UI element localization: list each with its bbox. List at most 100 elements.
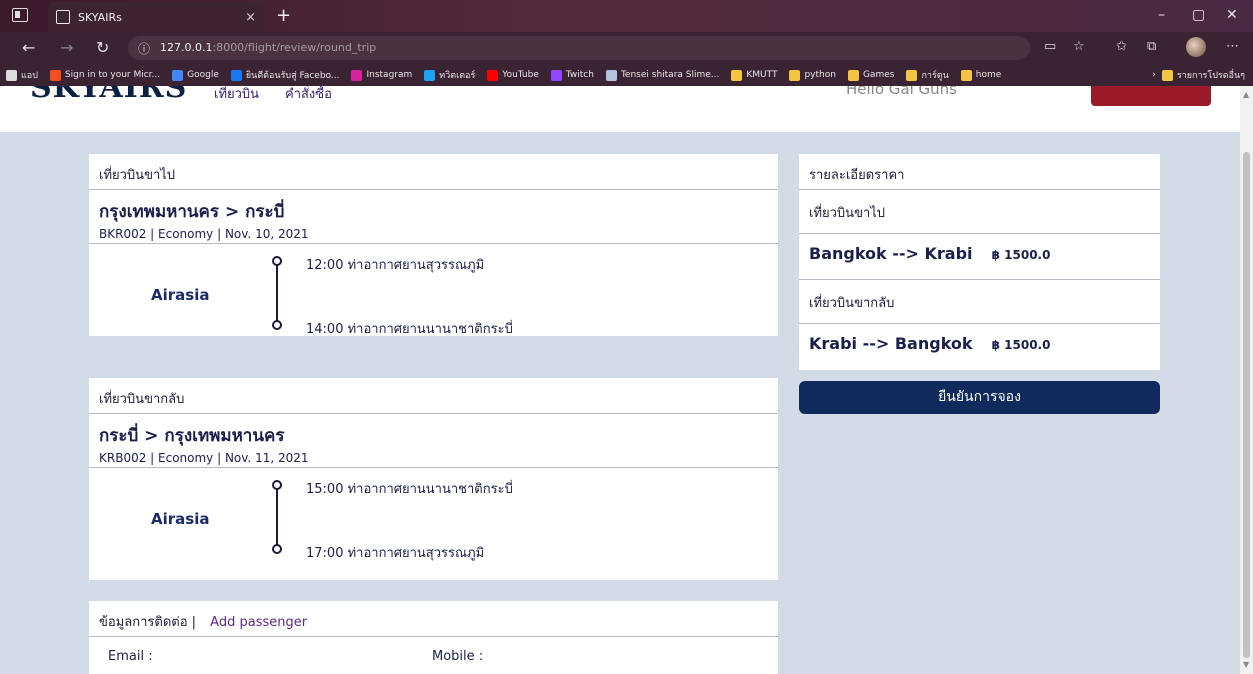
bookmark-label: ทวิตเตอร์ bbox=[439, 71, 476, 81]
bookmark-item[interactable]: YouTube bbox=[487, 69, 539, 81]
bookmark-item[interactable]: การ์ตูน bbox=[906, 68, 949, 82]
bookmark-item[interactable]: KMUTT bbox=[731, 69, 778, 81]
mobile-label: Mobile : bbox=[432, 649, 484, 664]
tab-actions-icon[interactable] bbox=[12, 8, 28, 22]
price-outbound-row: Bangkok --> Krabi ฿ 1500.0 bbox=[799, 234, 1160, 280]
back-arrow-icon[interactable]: ← bbox=[22, 38, 35, 57]
bookmark-label: Games bbox=[862, 70, 895, 80]
bookmark-icon bbox=[6, 69, 17, 81]
bookmark-label: การ์ตูน bbox=[921, 71, 949, 81]
scroll-thumb[interactable] bbox=[1243, 152, 1250, 658]
new-tab-button[interactable]: + bbox=[276, 5, 291, 26]
bookmark-item[interactable]: home bbox=[960, 69, 1001, 81]
outbound-route-block: กรุงเทพมหานคร > กระบี่ BKR002 | Economy … bbox=[89, 190, 778, 244]
scroll-down-icon[interactable]: ▼ bbox=[1243, 660, 1249, 669]
bookmark-icon bbox=[172, 69, 184, 81]
timeline-end-dot bbox=[272, 320, 282, 330]
nav-orders-link[interactable]: คำสั่งซื้อ bbox=[285, 86, 332, 104]
tab-title: SKYAIRs bbox=[78, 10, 122, 24]
price-outbound-route: Bangkok --> Krabi bbox=[809, 244, 973, 263]
user-greeting: Hello Gai Guns bbox=[846, 86, 957, 98]
bookmark-item[interactable]: Google bbox=[172, 69, 219, 81]
bookmark-icon bbox=[351, 69, 363, 81]
url-host: 127.0.0.1 bbox=[160, 41, 213, 54]
reader-view-icon[interactable]: ▭ bbox=[1044, 39, 1056, 54]
contact-header: ข้อมูลการติดต่อ | Add passenger bbox=[89, 601, 778, 637]
outbound-flight-card: เที่ยวบินขาไป กรุงเทพมหานคร > กระบี่ BKR… bbox=[89, 154, 778, 337]
outbound-header: เที่ยวบินขาไป bbox=[89, 154, 778, 190]
inbound-route: กระบี่ > กรุงเทพมหานคร bbox=[99, 426, 285, 446]
bookmark-icon bbox=[605, 69, 617, 81]
bookmark-item[interactable]: Twitch bbox=[550, 69, 594, 81]
bookmark-item[interactable]: python bbox=[789, 69, 836, 81]
add-passenger-link[interactable]: Add passenger bbox=[210, 615, 307, 630]
close-window-button[interactable]: ✕ bbox=[1226, 7, 1238, 23]
favorites-icon[interactable]: ✩ bbox=[1116, 39, 1127, 54]
page-icon bbox=[56, 10, 70, 24]
bookmark-icon bbox=[731, 69, 743, 81]
site-logo[interactable]: SKYAIRS bbox=[30, 86, 187, 105]
inbound-arrival: 17:00 ท่าอากาศยานสุวรรณภูมิ bbox=[306, 546, 485, 561]
price-inbound-route: Krabi --> Bangkok bbox=[809, 334, 973, 353]
email-label: Email : bbox=[108, 649, 153, 664]
tab-close-icon[interactable]: × bbox=[245, 10, 256, 25]
add-favorite-icon[interactable]: ☆ bbox=[1073, 39, 1085, 54]
bookmark-label: ยินดีต้อนรับสู่ Facebo... bbox=[245, 71, 340, 81]
price-summary-card: รายละเอียดราคา เที่ยวบินขาไป Bangkok -->… bbox=[799, 154, 1160, 370]
price-outbound-label: เที่ยวบินขาไป bbox=[799, 190, 1160, 234]
collections-icon[interactable]: ⧉ bbox=[1147, 39, 1156, 54]
inbound-details: KRB002 | Economy | Nov. 11, 2021 bbox=[99, 451, 309, 465]
timeline-line bbox=[276, 260, 278, 324]
price-inbound-row: Krabi --> Bangkok ฿ 1500.0 bbox=[799, 324, 1160, 370]
inbound-timeline: Airasia 15:00 ท่าอากาศยานนานาชาติกระบี่ … bbox=[89, 468, 778, 561]
bookmark-icon bbox=[49, 69, 61, 81]
outbound-details: BKR002 | Economy | Nov. 10, 2021 bbox=[99, 227, 309, 241]
timeline-line bbox=[276, 484, 278, 548]
bookmark-item[interactable]: ยินดีต้อนรับสู่ Facebo... bbox=[230, 68, 340, 82]
outbound-route: กรุงเทพมหานคร > กระบี่ bbox=[99, 202, 285, 222]
refresh-icon[interactable]: ↻ bbox=[96, 38, 109, 57]
folder-icon bbox=[1161, 69, 1173, 81]
price-outbound-amount: ฿ 1500.0 bbox=[991, 248, 1051, 262]
info-icon[interactable]: ⓘ bbox=[138, 40, 150, 57]
bookmark-item[interactable]: Tensei shitara Slime... bbox=[605, 69, 720, 81]
outbound-timeline: Airasia 12:00 ท่าอากาศยานสุวรรณภูมิ 14:0… bbox=[89, 244, 778, 337]
bookmark-icon bbox=[906, 69, 918, 81]
forward-arrow-icon[interactable]: → bbox=[60, 38, 73, 57]
page-content: SKYAIRS เที่ยวบิน คำสั่งซื้อ Hello Gai G… bbox=[0, 86, 1240, 674]
bookmark-label: Tensei shitara Slime... bbox=[620, 70, 720, 80]
title-bar: SKYAIRs × + – ▢ ✕ bbox=[0, 0, 1253, 32]
other-favorites-label: รายการโปรดอื่นๆ bbox=[1176, 71, 1245, 81]
inbound-route-block: กระบี่ > กรุงเทพมหานคร KRB002 | Economy … bbox=[89, 414, 778, 468]
browser-tab[interactable]: SKYAIRs × bbox=[48, 2, 264, 32]
bookmark-label: Instagram bbox=[366, 70, 413, 80]
bookmark-label: YouTube bbox=[502, 70, 539, 80]
other-favorites-folder[interactable]: › รายการโปรดอื่นๆ bbox=[1152, 68, 1245, 82]
nav-flights-link[interactable]: เที่ยวบิน bbox=[214, 86, 259, 104]
bookmark-item[interactable]: ทวิตเตอร์ bbox=[424, 68, 475, 82]
scroll-up-icon[interactable]: ▲ bbox=[1243, 90, 1249, 99]
bookmark-label: Google bbox=[187, 70, 219, 80]
bookmark-item[interactable]: Games bbox=[847, 69, 895, 81]
address-bar-row: ← → ↻ ⓘ 127.0.0.1:8000/flight/review/rou… bbox=[0, 32, 1253, 64]
bookmark-item[interactable]: Instagram bbox=[351, 69, 413, 81]
site-navbar: SKYAIRS เที่ยวบิน คำสั่งซื้อ Hello Gai G… bbox=[0, 86, 1240, 132]
outbound-airline: Airasia bbox=[151, 286, 210, 304]
url-field[interactable]: ⓘ 127.0.0.1:8000/flight/review/round_tri… bbox=[128, 36, 1030, 60]
confirm-booking-button[interactable]: ยืนยันการจอง bbox=[799, 381, 1160, 414]
timeline-start-dot bbox=[272, 480, 282, 490]
profile-avatar[interactable] bbox=[1186, 37, 1206, 57]
minimize-button[interactable]: – bbox=[1158, 7, 1165, 23]
bookmark-label: KMUTT bbox=[746, 70, 778, 80]
chevron-right-icon[interactable]: › bbox=[1152, 70, 1156, 80]
inbound-airline: Airasia bbox=[151, 510, 210, 528]
price-inbound-amount: ฿ 1500.0 bbox=[991, 338, 1051, 352]
bookmark-item[interactable]: Sign in to your Micr... bbox=[49, 69, 160, 81]
timeline-end-dot bbox=[272, 544, 282, 554]
bookmark-item[interactable]: แอป bbox=[6, 68, 38, 82]
restore-button[interactable]: ▢ bbox=[1192, 7, 1205, 23]
inbound-header: เที่ยวบินขากลับ bbox=[89, 378, 778, 414]
account-button[interactable] bbox=[1091, 86, 1211, 106]
more-menu-icon[interactable]: ⋯ bbox=[1226, 39, 1239, 54]
page-scrollbar[interactable]: ▲ ▼ bbox=[1240, 86, 1253, 674]
